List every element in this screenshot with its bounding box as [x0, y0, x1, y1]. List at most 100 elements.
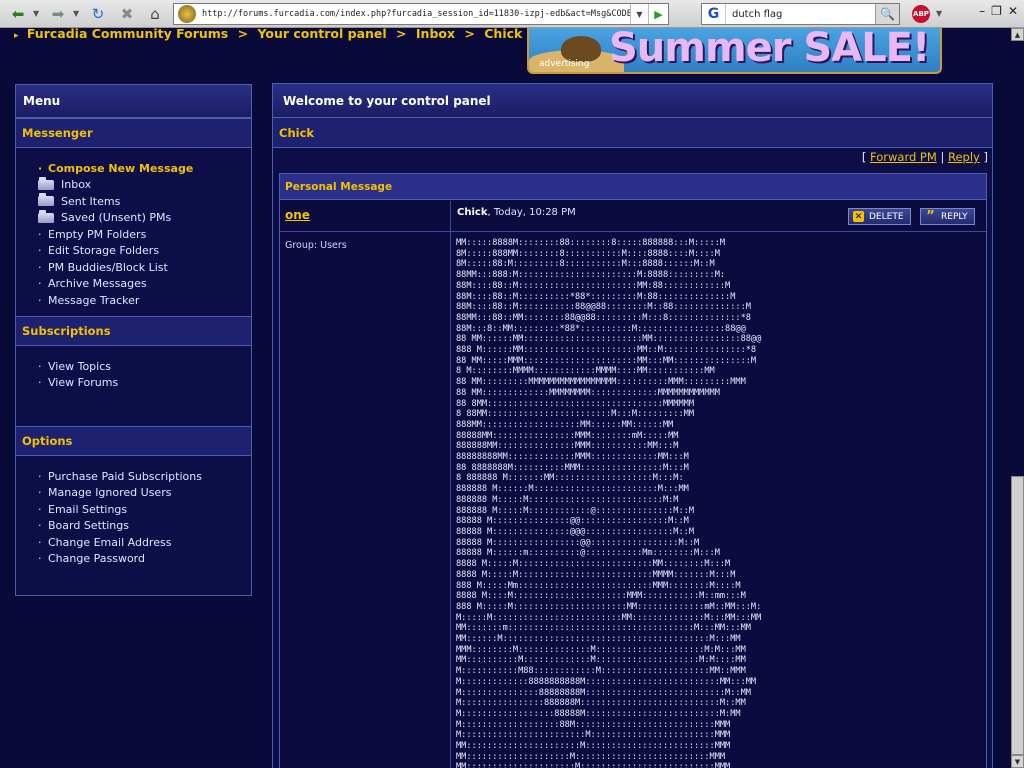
bullet-icon: · — [38, 277, 42, 291]
chevron-down-icon: ▼ — [636, 9, 643, 19]
sidebar-menu: Menu Messenger · Compose New Message Inbo… — [15, 84, 252, 596]
folder-icon — [38, 193, 54, 207]
breadcrumb-forums[interactable]: Furcadia Community Forums — [27, 26, 228, 41]
scroll-up-button[interactable]: ▲ — [1011, 28, 1024, 41]
url-history-dropdown[interactable]: ▼ — [630, 4, 648, 24]
delete-button[interactable]: ✕ DELETE — [848, 208, 911, 225]
adblock-icon[interactable]: ABP — [912, 5, 930, 23]
forward-button[interactable]: ➡ — [48, 3, 68, 25]
sidebar-item-label: Compose New Message — [48, 161, 194, 175]
sidebar-item-board-settings[interactable]: · Board Settings — [16, 518, 251, 535]
chevron-up-icon: ▲ — [1014, 30, 1021, 39]
bullet-icon: · — [38, 469, 42, 483]
scroll-thumb[interactable] — [1011, 476, 1024, 755]
page-scrollbar[interactable]: ▲ ▼ — [1011, 28, 1024, 768]
bullet-icon: · — [38, 552, 42, 566]
bullet-icon: · — [38, 227, 42, 241]
breadcrumb-current: Chick — [484, 26, 523, 41]
delete-label: DELETE — [869, 211, 904, 222]
scroll-down-button[interactable]: ▼ — [1011, 755, 1024, 768]
delete-x-icon: ✕ — [853, 211, 864, 222]
sidebar-item-sent[interactable]: Sent Items — [16, 193, 251, 210]
sidebar-item-label: View Forums — [48, 376, 119, 390]
chevron-down-icon: ▼ — [1014, 757, 1021, 766]
home-icon: ⌂ — [150, 5, 160, 23]
breadcrumb-control-panel[interactable]: Your control panel — [257, 26, 386, 41]
sidebar-item-compose[interactable]: · Compose New Message — [16, 160, 251, 177]
stop-icon: ✖ — [120, 5, 134, 23]
breadcrumb-separator: > — [464, 26, 475, 41]
search-input[interactable]: dutch flag — [726, 9, 875, 20]
bullet-icon: · — [38, 359, 42, 373]
stop-button[interactable]: ✖ — [117, 3, 137, 25]
sidebar-item-saved[interactable]: Saved (Unsent) PMs — [16, 209, 251, 227]
back-button[interactable]: ⬅ — [8, 3, 28, 25]
sidebar-item-edit-storage[interactable]: · Edit Storage Folders — [16, 243, 251, 260]
section-subscriptions: Subscriptions — [16, 316, 251, 346]
sidebar-item-tracker[interactable]: · Message Tracker — [16, 292, 251, 309]
search-button[interactable]: 🔍 — [875, 4, 899, 24]
breadcrumb-inbox[interactable]: Inbox — [416, 26, 455, 41]
sidebar-item-label: Change Email Address — [48, 535, 172, 549]
forward-pm-link[interactable]: Forward PM — [870, 150, 937, 164]
back-history-icon[interactable]: ▼ — [33, 9, 39, 18]
sidebar-item-email-settings[interactable]: · Email Settings — [16, 501, 251, 518]
url-input[interactable]: http://forums.furcadia.com/index.php?fur… — [196, 9, 630, 19]
search-engine-icon[interactable]: G — [702, 4, 726, 24]
section-messenger: Messenger — [16, 118, 251, 148]
sidebar-item-empty-folders[interactable]: · Empty PM Folders — [16, 226, 251, 243]
sidebar-item-inbox[interactable]: Inbox — [16, 176, 251, 194]
close-icon[interactable]: ✕ — [1008, 4, 1018, 18]
pm-sender: Chick — [457, 207, 488, 218]
search-bar[interactable]: G dutch flag 🔍 — [701, 3, 900, 25]
reload-icon: ↻ — [91, 5, 105, 23]
sidebar-item-buddies[interactable]: · PM Buddies/Block List — [16, 259, 251, 276]
sidebar-item-archive[interactable]: · Archive Messages — [16, 276, 251, 293]
home-button[interactable]: ⌂ — [145, 3, 165, 25]
pm-box-title: Personal Message — [280, 174, 986, 200]
reload-button[interactable]: ↻ — [88, 3, 108, 25]
sidebar-item-view-forums[interactable]: · View Forums — [16, 375, 251, 392]
bullet-icon: · — [38, 376, 42, 390]
message-subject: Chick — [273, 118, 992, 148]
banner-ad-label: advertising — [539, 59, 590, 69]
sidebar-item-ignored-users[interactable]: · Manage Ignored Users — [16, 485, 251, 502]
forward-history-icon[interactable]: ▼ — [73, 9, 79, 18]
pm-date: , Today, 10:28 PM — [487, 207, 576, 218]
breadcrumb-separator: > — [237, 26, 249, 41]
sidebar-item-change-email[interactable]: · Change Email Address — [16, 534, 251, 551]
options-list: · Purchase Paid Subscriptions · Manage Ign… — [16, 456, 251, 567]
sidebar-item-paid-subscriptions[interactable]: · Purchase Paid Subscriptions — [16, 468, 251, 485]
bullet-icon: · — [38, 293, 42, 307]
sidebar-item-label: Message Tracker — [48, 293, 140, 307]
reply-button[interactable]: ” REPLY — [920, 208, 975, 225]
minimize-icon[interactable]: – — [979, 4, 985, 18]
sidebar-title: Menu — [16, 85, 251, 118]
pm-author-link[interactable]: one — [280, 201, 451, 232]
folder-icon — [38, 176, 54, 190]
folder-icon — [38, 209, 54, 223]
summer-sale-banner[interactable]: advertising Summer SALE! — [527, 28, 942, 74]
bullet-icon: · — [38, 260, 42, 274]
back-arrow-icon: ⬅ — [11, 5, 25, 23]
sidebar-item-view-topics[interactable]: · View Topics — [16, 358, 251, 375]
reply-link[interactable]: Reply — [948, 150, 980, 164]
breadcrumb: ▸ Furcadia Community Forums > Your contr… — [14, 26, 522, 41]
pm-header-row: one Chick, Today, 10:28 PM ✕ DELETE ” REPL… — [280, 201, 986, 232]
adblock-menu-icon[interactable]: ▼ — [936, 9, 942, 18]
restore-icon[interactable]: ❐ — [991, 4, 1002, 18]
browser-toolbar: ⬅ ▼ ➡ ▼ ↻ ✖ ⌂ http://forums.furcadia.com… — [0, 0, 1024, 28]
messenger-list: · Compose New Message Inbox Sent Items Sa… — [16, 148, 251, 316]
sidebar-item-label: Empty PM Folders — [48, 227, 147, 241]
bullet-icon: · — [38, 519, 42, 533]
quote-icon: ” — [926, 209, 935, 224]
banner-headline: Summer SALE! — [609, 28, 930, 71]
pm-meta: Chick, Today, 10:28 PM — [457, 207, 576, 218]
go-button[interactable]: ▶ — [648, 4, 668, 24]
window-controls: – ❐ ✕ — [979, 4, 1018, 18]
pm-actions: [ Forward PM | Reply ] — [862, 150, 988, 164]
url-bar[interactable]: http://forums.furcadia.com/index.php?fur… — [173, 3, 669, 25]
sidebar-item-change-password[interactable]: · Change Password — [16, 551, 251, 568]
bracket-open: [ — [861, 150, 867, 164]
bullet-icon: · — [38, 244, 42, 258]
